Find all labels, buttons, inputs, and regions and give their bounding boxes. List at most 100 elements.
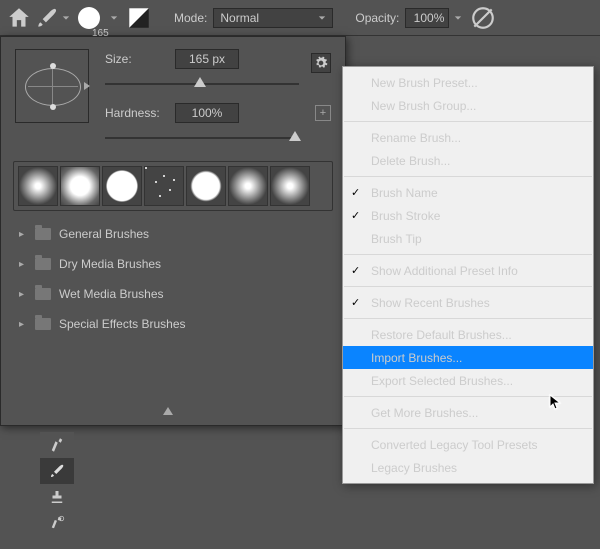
menu-item: Export Selected Brushes... [343, 369, 593, 392]
chevron-right-icon: ▸ [19, 229, 27, 240]
brush-picker-panel: Size: 165 px Hardness: 100% + [0, 36, 346, 426]
folders-list: ▸ General Brushes ▸ Dry Media Brushes ▸ Wet M… [1, 215, 345, 343]
menu-item-label: Restore Default Brushes... [371, 328, 512, 342]
mode-value: Normal [220, 11, 259, 25]
menu-item-label: Legacy Brushes [371, 461, 457, 475]
brush-dot-icon [78, 7, 100, 29]
brush-thumb[interactable] [270, 166, 310, 206]
folder-item[interactable]: ▸ Wet Media Brushes [13, 279, 333, 309]
recent-brushes-row [13, 161, 333, 211]
menu-separator [344, 176, 592, 177]
menu-separator [344, 121, 592, 122]
hardness-slider[interactable] [105, 131, 299, 145]
brush-thumb[interactable] [186, 166, 226, 206]
flyout-menu: New Brush Preset... New Brush Group... Ren… [342, 66, 594, 484]
folder-icon [35, 318, 51, 330]
opacity-label: Opacity: [355, 11, 399, 25]
folder-icon [35, 228, 51, 240]
menu-item[interactable]: Brush Tip [343, 227, 593, 250]
menu-separator [344, 286, 592, 287]
menu-item[interactable]: New Brush Group... [343, 94, 593, 117]
history-brush-icon[interactable] [40, 432, 74, 458]
menu-item-label: New Brush Preset... [371, 76, 478, 90]
menu-item[interactable]: Restore Default Brushes... [343, 323, 593, 346]
stamp-tool-icon[interactable] [40, 484, 74, 510]
menu-item-label: New Brush Group... [371, 99, 476, 113]
folder-item[interactable]: ▸ Special Effects Brushes [13, 309, 333, 339]
brush-angle-preview[interactable] [15, 49, 89, 123]
brush-thumb[interactable] [144, 166, 184, 206]
menu-item-label: Converted Legacy Tool Presets [371, 438, 538, 452]
check-icon: ✓ [351, 186, 360, 199]
panel-resize-handle[interactable] [1, 407, 335, 417]
menu-item-label: Get More Brushes... [371, 406, 478, 420]
tools-column [40, 432, 74, 536]
panel-top-row: Size: 165 px Hardness: 100% [1, 37, 345, 149]
menu-item-label: Brush Stroke [371, 209, 440, 223]
brush-thumb[interactable] [102, 166, 142, 206]
folder-icon [35, 258, 51, 270]
folder-label: General Brushes [59, 227, 149, 241]
menu-item-label: Show Recent Brushes [371, 296, 490, 310]
history-brush-alt-icon[interactable] [40, 510, 74, 536]
chevron-right-icon: ▸ [19, 289, 27, 300]
folder-label: Dry Media Brushes [59, 257, 161, 271]
gear-icon[interactable] [311, 53, 331, 73]
brush-preview-button[interactable]: 165 [72, 3, 106, 33]
menu-item[interactable]: ✓ Show Additional Preset Info [343, 259, 593, 282]
menu-item[interactable]: Import Brushes... [343, 346, 593, 369]
check-icon: ✓ [351, 209, 360, 222]
brush-settings-icon[interactable] [126, 5, 152, 31]
mode-label: Mode: [174, 11, 207, 25]
menu-item[interactable]: Legacy Brushes [343, 456, 593, 479]
menu-item: Delete Brush... [343, 149, 593, 172]
brush-thumb[interactable] [228, 166, 268, 206]
menu-separator [344, 318, 592, 319]
new-preset-icon[interactable]: + [315, 105, 331, 121]
menu-separator [344, 254, 592, 255]
folder-label: Wet Media Brushes [59, 287, 164, 301]
hardness-label: Hardness: [105, 106, 175, 120]
folder-item[interactable]: ▸ Dry Media Brushes [13, 249, 333, 279]
menu-item-label: Show Additional Preset Info [371, 264, 518, 278]
folder-icon [35, 288, 51, 300]
chevron-right-icon: ▸ [19, 259, 27, 270]
size-slider[interactable] [105, 77, 299, 91]
options-bar: 165 Mode: Normal Opacity: 100% [0, 0, 600, 36]
hardness-field[interactable]: 100% [175, 103, 239, 123]
check-icon: ✓ [351, 296, 360, 309]
folder-label: Special Effects Brushes [59, 317, 186, 331]
pressure-opacity-icon[interactable] [470, 5, 496, 31]
menu-item-label: Export Selected Brushes... [371, 374, 513, 388]
menu-separator [344, 428, 592, 429]
menu-item-label: Delete Brush... [371, 154, 450, 168]
home-icon[interactable] [6, 5, 32, 31]
opacity-field[interactable]: 100% [405, 8, 449, 28]
brush-thumb[interactable] [18, 166, 58, 206]
menu-item-label: Import Brushes... [371, 351, 462, 365]
check-icon: ✓ [351, 264, 360, 277]
menu-item-label: Rename Brush... [371, 131, 461, 145]
tool-preset-chevron[interactable] [62, 5, 70, 31]
brush-picker-chevron[interactable] [108, 14, 120, 22]
mode-dropdown[interactable]: Normal [213, 8, 333, 28]
menu-item[interactable]: New Brush Preset... [343, 71, 593, 94]
opacity-chevron[interactable] [452, 14, 464, 22]
menu-item-label: Brush Name [371, 186, 438, 200]
menu-item-label: Brush Tip [371, 232, 422, 246]
folder-item[interactable]: ▸ General Brushes [13, 219, 333, 249]
menu-item[interactable]: ✓ Show Recent Brushes [343, 291, 593, 314]
menu-item[interactable]: ✓ Brush Stroke [343, 204, 593, 227]
brush-thumb[interactable] [60, 166, 100, 206]
menu-separator [344, 396, 592, 397]
brush-tool-icon[interactable] [34, 5, 60, 31]
size-field[interactable]: 165 px [175, 49, 239, 69]
menu-item[interactable]: Converted Legacy Tool Presets [343, 433, 593, 456]
menu-item: Rename Brush... [343, 126, 593, 149]
opacity-value: 100% [414, 11, 445, 25]
brush-tool-icon[interactable] [40, 458, 74, 484]
menu-item[interactable]: Get More Brushes... [343, 401, 593, 424]
menu-item[interactable]: ✓ Brush Name [343, 181, 593, 204]
size-label: Size: [105, 52, 175, 66]
chevron-right-icon: ▸ [19, 319, 27, 330]
